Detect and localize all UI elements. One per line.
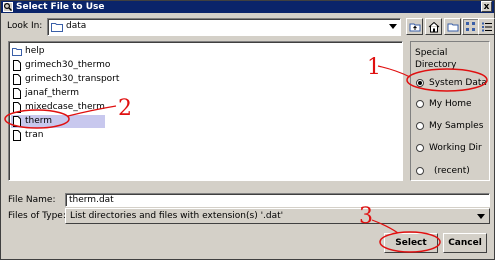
home-icon [428,21,440,33]
file-name: help [25,46,45,56]
select-button[interactable]: Select [384,233,438,253]
files-of-type-value: List directories and files with extensio… [70,211,284,221]
radio-icon [416,167,424,175]
window-title: Select File to Use [16,2,105,12]
list-item[interactable]: tran [11,129,105,142]
look-in-label: Look In: [7,21,43,31]
file-list[interactable]: help grimech30_thermo grimech30_transpor… [8,41,403,181]
radio-my-home[interactable]: My Home [416,98,488,110]
look-in-value: data [66,21,87,31]
file-chooser-dialog: Select File to Use x Look In: data help … [0,0,495,260]
details-view-icon [482,22,492,32]
chevron-down-icon [477,214,485,219]
radio-system-data[interactable]: System Data [416,77,488,89]
list-item[interactable]: janaf_therm [11,87,105,100]
radio-working-dir[interactable]: Working Dir [416,142,488,154]
cancel-button-label: Cancel [448,238,482,248]
file-name: therm [25,116,53,126]
file-icon [13,60,21,71]
files-of-type-combobox[interactable]: List directories and files with extensio… [65,208,490,224]
list-item-selected[interactable]: therm [11,115,105,128]
file-icon [13,88,21,99]
list-item[interactable]: grimech30_transport [11,73,119,86]
list-view-icon [466,22,475,31]
file-name: janaf_therm [25,88,79,98]
file-name: grimech30_transport [25,74,120,84]
list-item[interactable]: mixedcase_therm [11,101,105,114]
title-bar[interactable]: Select File to Use x [1,1,494,13]
select-button-label: Select [395,238,427,248]
chevron-down-icon [389,24,397,29]
home-button[interactable] [425,18,442,35]
special-directory-header: Special Directory [415,47,456,71]
special-header-line2: Directory [415,60,457,70]
radio-label: System Data [429,78,487,88]
file-name-value: therm.dat [69,195,114,205]
file-icon [13,116,21,127]
files-of-type-label: Files of Type: [8,211,66,221]
up-folder-icon [409,23,421,32]
app-icon [3,2,13,12]
close-button[interactable]: x [481,1,492,12]
list-item[interactable]: grimech30_thermo [11,59,110,72]
radio-selected-icon [416,79,424,87]
radio-icon [416,144,424,152]
file-name-label: File Name: [8,195,56,205]
folder-icon [51,23,63,32]
special-directory-panel: Special Directory System Data My Home My… [410,41,490,181]
radio-label: Working Dir [429,143,482,153]
file-name-field[interactable]: therm.dat [65,193,490,207]
file-name: grimech30_thermo [25,60,111,70]
file-icon [13,130,21,141]
file-name: tran [25,130,44,140]
cancel-button[interactable]: Cancel [443,233,487,253]
new-folder-button[interactable] [444,18,461,35]
file-name: mixedcase_therm [25,102,105,112]
special-header-line1: Special [415,48,448,58]
up-one-level-button[interactable] [406,18,423,35]
radio-label: My Samples [429,121,484,131]
new-folder-icon [447,23,459,32]
look-in-combobox[interactable]: data [47,18,401,36]
radio-label: My Home [429,99,472,109]
radio-recent[interactable]: (recent) [416,165,488,177]
details-view-button[interactable] [478,18,495,35]
radio-my-samples[interactable]: My Samples [416,120,488,132]
list-view-button[interactable] [462,18,479,35]
close-icon: x [483,2,490,12]
radio-icon [416,100,424,108]
radio-icon [416,122,424,130]
list-item[interactable]: help [11,45,105,58]
file-icon [13,74,21,85]
radio-label: (recent) [434,166,470,176]
folder-icon [12,48,22,56]
file-icon [13,102,21,113]
